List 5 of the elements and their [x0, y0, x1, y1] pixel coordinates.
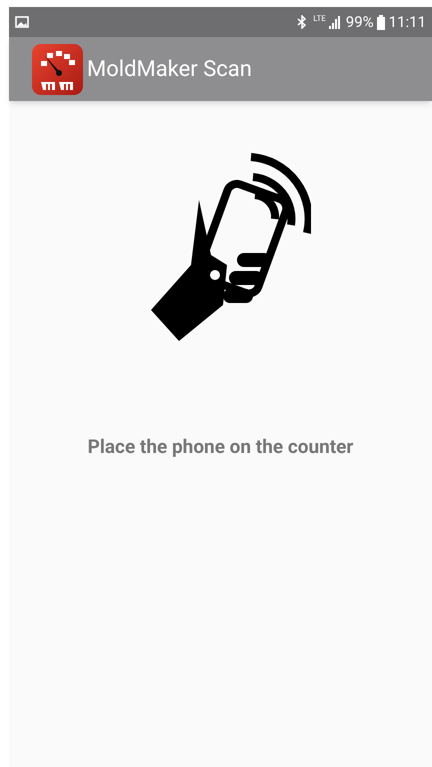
app-title: MoldMaker Scan — [87, 56, 252, 84]
clock-time: 11:11 — [388, 12, 426, 33]
battery-percentage: 99% — [346, 12, 374, 33]
network-type: LTE — [313, 15, 326, 23]
instruction-text: Place the phone on the counter — [86, 434, 354, 460]
